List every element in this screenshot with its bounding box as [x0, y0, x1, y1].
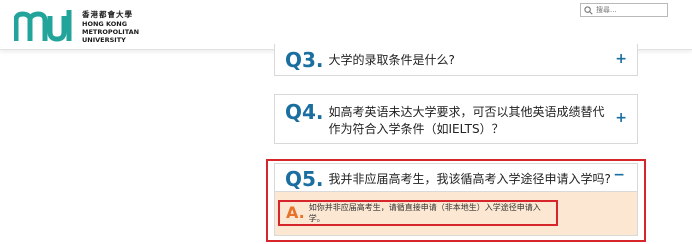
question-text: 我并非应届高考生，我该循高考入学途径申请入学吗? — [328, 172, 611, 186]
question-number: Q3. — [285, 48, 324, 72]
question-number: Q5. — [285, 167, 324, 191]
faq-question-row: Q4. 如高考英语未达大学要求，可否以其他英语成绩替代作为符合入学条件（如IEL… — [285, 101, 605, 138]
logo-wordmark: 香港都會大學 HONG KONG METROPOLITAN UNIVERSITY — [82, 10, 140, 45]
expand-icon[interactable]: + — [615, 51, 627, 67]
question-text: 如高考英语未达大学要求，可否以其他英语成绩替代作为符合入学条件（如IELTS）？ — [328, 105, 605, 136]
logo-english-line-2: METROPOLITAN — [82, 28, 140, 36]
faq-question-row: Q5. 我并非应届高考生，我该循高考入学途径申请入学吗? — [285, 168, 611, 190]
mu-logo-icon[interactable] — [14, 8, 76, 42]
answer-label: A. — [286, 203, 305, 222]
logo-chinese-name: 香港都會大學 — [82, 10, 133, 19]
answer-text: 如你并非应届高考生，请循直接申请（非本地生）入学途径申请入学。 — [308, 203, 541, 223]
logo-english-line-1: HONG KONG — [82, 20, 128, 28]
faq-question-row: Q3. 大学的录取条件是什么? — [285, 49, 455, 71]
search-box — [580, 3, 668, 17]
expand-icon[interactable]: + — [615, 110, 627, 126]
faq-item-q5[interactable]: Q5. 我并非应届高考生，我该循高考入学途径申请入学吗? − — [274, 163, 638, 191]
faq-item-q4[interactable]: Q4. 如高考英语未达大学要求，可否以其他英语成绩替代作为符合入学条件（如IEL… — [274, 94, 638, 144]
question-text: 大学的录取条件是什么? — [328, 53, 455, 67]
search-icon[interactable] — [584, 6, 593, 15]
answer-highlight-box: A. 如你并非应届高考生，请循直接申请（非本地生）入学途径申请入学。 — [278, 200, 558, 226]
question-number: Q4. — [285, 100, 324, 124]
logo-english-line-3: UNIVERSITY — [82, 36, 126, 44]
search-input[interactable] — [596, 4, 666, 16]
site-header: 香港都會大學 HONG KONG METROPOLITAN UNIVERSITY — [0, 0, 692, 50]
faq-item-q3[interactable]: Q3. 大学的录取条件是什么? + — [274, 44, 638, 76]
collapse-icon[interactable]: − — [613, 167, 625, 183]
